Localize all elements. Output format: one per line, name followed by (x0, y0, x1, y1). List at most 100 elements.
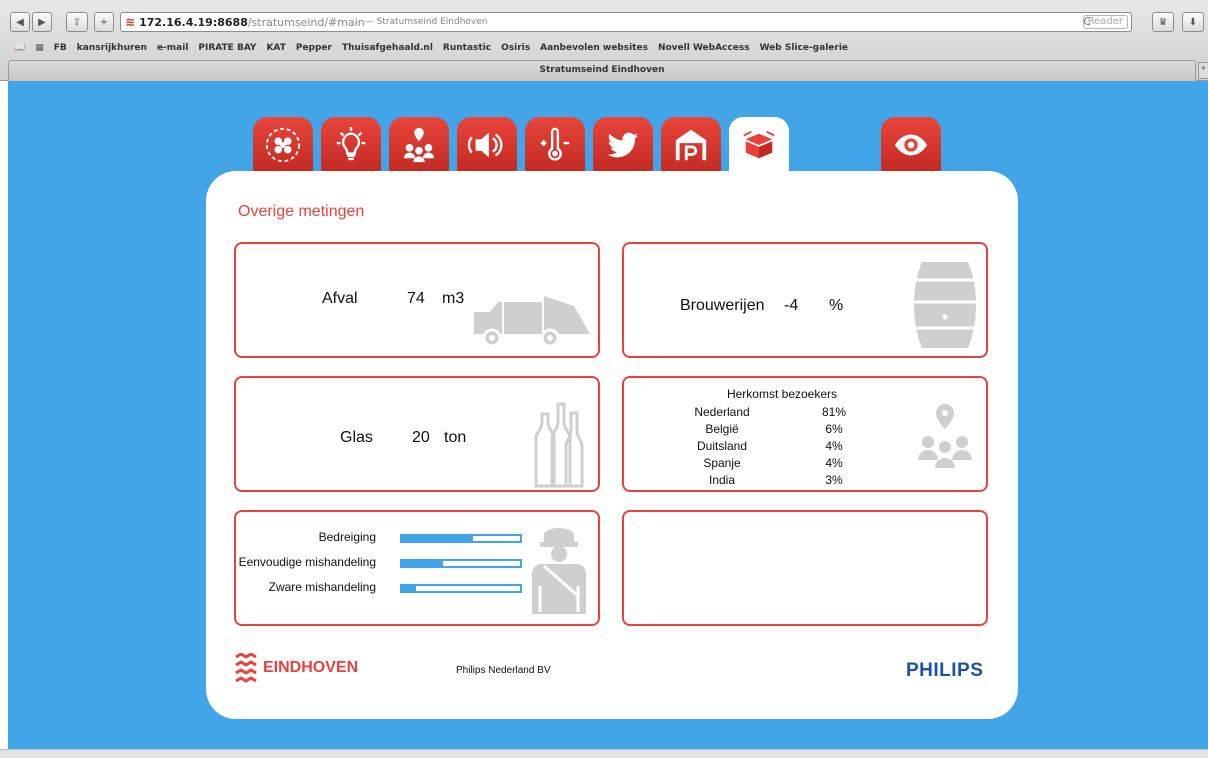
people-icon (265, 127, 301, 163)
crown-icon[interactable]: ♛ (1152, 12, 1174, 32)
crime-level-fill (402, 586, 417, 591)
eindhoven-logo: EINDHOVEN (235, 653, 358, 683)
bookmark-item[interactable]: kansrijkhuren (77, 43, 147, 53)
bookmarks-book-icon[interactable]: 📖 (14, 43, 25, 53)
eindhoven-waves-icon (235, 653, 257, 683)
thermometer-icon (540, 127, 570, 161)
glass-value: 20 (412, 429, 430, 446)
visitors-location-icon (918, 404, 972, 468)
visitor-origin-title: Herkomst bezoekers (726, 387, 838, 401)
bottles-icon (534, 402, 584, 488)
tab-parking[interactable] (661, 117, 721, 173)
url-path: /stratumseind/#main (247, 15, 365, 29)
page-title: Overige metingen (238, 203, 365, 220)
crime-label: Eenvoudige mishandeling (238, 555, 376, 569)
tab-temperature[interactable] (525, 117, 585, 173)
visitor-origin-country: Spanje (703, 456, 741, 470)
tab-crowd[interactable] (253, 117, 313, 173)
bookmark-item[interactable]: PIRATE BAY (198, 43, 256, 53)
forward-button[interactable]: ▶ (32, 12, 52, 32)
back-button[interactable]: ◀ (10, 12, 30, 32)
tab-visitors[interactable] (389, 117, 449, 173)
barrel-icon (914, 262, 976, 348)
waste-panel: Afval 74 m3 (234, 242, 600, 358)
credit-text: Philips Nederland BV (456, 665, 551, 676)
crime-row: Zware mishandeling (236, 580, 536, 596)
box-icon (743, 130, 775, 159)
bookmark-item[interactable]: e-mail (157, 43, 188, 53)
bookmark-item[interactable]: Thuisafgehaald.nl (342, 43, 433, 53)
tab-view[interactable] (881, 117, 941, 173)
glass-label: Glas (340, 429, 373, 446)
url-page-title: — Stratumseind Eindhoven (364, 17, 488, 27)
bookmark-item[interactable]: Web Slice-galerie (760, 43, 848, 53)
browser-chrome: ◀ ▶ ⇪ + ≋ 172.16.4.19:8688 /stratumseind… (0, 0, 1208, 81)
address-bar[interactable]: ≋ 172.16.4.19:8688 /stratumseind/#main —… (120, 12, 1132, 32)
tab-light[interactable] (321, 117, 381, 173)
visitor-origin-percentage: 81% (821, 405, 847, 419)
crime-label: Bedreiging (318, 530, 376, 544)
crime-panel: Bedreiging Eenvoudige mishandeling Zware m… (234, 510, 600, 626)
top-sites-grid-icon[interactable]: ▦ (35, 43, 44, 53)
waste-unit: m3 (442, 290, 465, 307)
glass-unit: ton (444, 429, 467, 446)
site-favicon-icon: ≋ (125, 15, 136, 29)
tab-sound[interactable] (457, 117, 517, 173)
visitor-origin-country: India (708, 473, 736, 487)
visitor-origin-percentage: 4% (825, 456, 843, 470)
tab-twitter[interactable] (593, 117, 653, 173)
waste-label: Afval (322, 290, 358, 307)
browser-tab-active[interactable]: Stratumseind Eindhoven (8, 60, 1196, 81)
visitor-origin-panel: Herkomst bezoekers Nederland 81% België 6% D… (622, 376, 988, 492)
bookmark-item[interactable]: Osiris (501, 43, 530, 53)
twitter-icon (607, 132, 639, 158)
breweries-panel: Brouwerijen -4 % (622, 242, 988, 358)
visitor-origin-percentage: 3% (825, 473, 843, 487)
crime-level-bar (400, 584, 522, 593)
crime-row: Eenvoudige mishandeling (236, 555, 536, 571)
reader-button[interactable]: Reader (1082, 15, 1128, 29)
crime-row: Bedreiging (236, 530, 536, 546)
bookmark-item[interactable]: Aanbevolen websites (540, 43, 648, 53)
police-officer-icon (532, 528, 586, 614)
add-bookmark-button[interactable]: + (94, 12, 114, 32)
breweries-unit: % (829, 297, 844, 314)
crime-level-bar (400, 534, 522, 543)
tab-other-measurements[interactable] (729, 117, 789, 173)
breweries-value: -4 (784, 297, 799, 314)
visitor-origin-country: België (705, 422, 739, 436)
visitor-origin-country: Duitsland (696, 439, 748, 453)
bookmark-item[interactable]: FB (54, 43, 67, 53)
browser-toolbar: ◀ ▶ ⇪ + ≋ 172.16.4.19:8688 /stratumseind… (0, 9, 1208, 35)
url-host: 172.16.4.19:8688 (139, 15, 248, 29)
lightbulb-icon (336, 126, 366, 161)
new-tab-button[interactable]: + (1198, 62, 1208, 79)
sound-icon (468, 132, 503, 158)
breweries-label: Brouwerijen (680, 297, 765, 314)
visitor-origin-percentage: 6% (825, 422, 843, 436)
visitor-origin-percentage: 4% (825, 439, 843, 453)
download-icon[interactable]: ⬇ (1182, 12, 1204, 32)
bookmarks-bar: 📖 ▦ FB kansrijkhuren e-mail PIRATE BAY KAT Pe… (0, 40, 1208, 56)
visitors-location-icon (403, 127, 435, 163)
crime-level-fill (402, 536, 473, 541)
crime-label: Zware mishandeling (268, 580, 376, 594)
bookmark-item[interactable]: Pepper (296, 43, 332, 53)
share-button[interactable]: ⇪ (66, 12, 88, 32)
page-background: Overige metingen Afval 74 m3 Brouwerijen… (8, 81, 1208, 749)
visitor-origin-country: Nederland (694, 405, 750, 419)
browser-status-strip (0, 749, 1208, 758)
eye-icon (894, 134, 928, 156)
parking-icon (675, 129, 707, 161)
bookmark-item[interactable]: KAT (266, 43, 285, 53)
bookmark-item[interactable]: Runtastic (443, 43, 491, 53)
philips-logo: PHILIPS (906, 660, 984, 681)
bookmark-item[interactable]: Novell WebAccess (658, 43, 750, 53)
measurements-card: Overige metingen Afval 74 m3 Brouwerijen… (206, 171, 1018, 719)
waste-value: 74 (407, 290, 425, 307)
garbage-truck-icon (474, 296, 590, 348)
glass-panel: Glas 20 ton (234, 376, 600, 492)
eindhoven-logo-text: EINDHOVEN (263, 659, 359, 676)
crime-level-fill (402, 561, 444, 566)
crime-level-bar (400, 559, 522, 568)
